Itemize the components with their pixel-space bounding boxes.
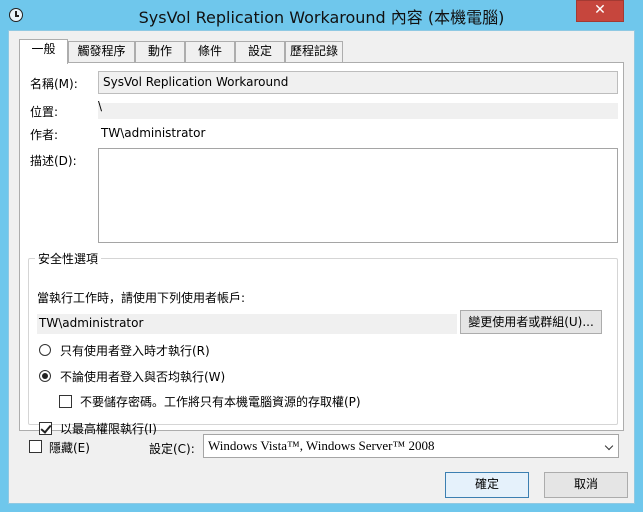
run-as-account: TW\administrator (37, 314, 457, 334)
tab-actions[interactable]: 動作 (135, 41, 185, 62)
run-only-logged-on-label[interactable]: 只有使用者登入時才執行(R) (60, 342, 210, 359)
run-only-logged-on-radio[interactable] (39, 344, 51, 356)
close-icon: ✕ (594, 2, 606, 18)
hidden-label[interactable]: 隱藏(E) (49, 439, 90, 456)
location-label: 位置: (30, 105, 59, 119)
highest-privileges-label[interactable]: 以最高權限執行(I) (60, 420, 157, 437)
configure-for-value: Windows Vista™, Windows Server™ 2008 (208, 438, 435, 453)
configure-for-label: 設定(C): (149, 442, 195, 456)
name-field[interactable]: SysVol Replication Workaround (98, 71, 618, 94)
tab-triggers[interactable]: 觸發程序 (68, 41, 135, 62)
close-button[interactable]: ✕ (576, 0, 624, 22)
do-not-store-password-checkbox[interactable] (59, 395, 72, 408)
location-value: \ (98, 99, 103, 113)
name-label: 名稱(M): (30, 77, 78, 91)
tab-conditions[interactable]: 條件 (185, 41, 235, 62)
dialog-client-area: 一般 觸發程序 動作 條件 設定 歷程記錄 名稱(M): SysVol Repl… (8, 30, 635, 504)
run-whether-logged-on-radio[interactable] (39, 370, 51, 382)
title-bar[interactable]: SysVol Replication Workaround 內容 (本機電腦) … (0, 0, 643, 30)
change-user-button[interactable]: 變更使用者或群組(U)... (460, 310, 602, 334)
security-options-legend: 安全性選項 (38, 252, 99, 266)
description-textarea[interactable] (98, 148, 618, 243)
tab-general[interactable]: 一般 (19, 39, 68, 64)
hidden-checkbox[interactable] (29, 440, 42, 453)
author-label: 作者: (30, 128, 59, 142)
run-whether-logged-on-label[interactable]: 不論使用者登入與否均執行(W) (60, 368, 225, 385)
security-options-group: 安全性選項 當執行工作時，請使用下列使用者帳戶: TW\administrato… (28, 250, 618, 436)
do-not-store-password-label[interactable]: 不要儲存密碼。工作將只有本機電腦資源的存取權(P) (80, 393, 361, 410)
highest-privileges-checkbox[interactable] (39, 422, 52, 435)
tab-settings[interactable]: 設定 (235, 41, 285, 62)
chevron-down-icon (604, 441, 614, 451)
window-title: SysVol Replication Workaround 內容 (本機電腦) (138, 8, 505, 27)
properties-window: SysVol Replication Workaround 內容 (本機電腦) … (0, 0, 643, 512)
ok-button[interactable]: 確定 (445, 472, 529, 498)
tab-history[interactable]: 歷程記錄 (285, 41, 343, 62)
run-as-prompt: 當執行工作時，請使用下列使用者帳戶: (37, 291, 246, 305)
cancel-button[interactable]: 取消 (544, 472, 628, 498)
configure-for-select[interactable]: Windows Vista™, Windows Server™ 2008 (203, 434, 619, 458)
general-tab-panel: 名稱(M): SysVol Replication Workaround 位置:… (19, 62, 624, 436)
author-value: TW\administrator (101, 126, 206, 140)
location-value-area (98, 103, 618, 119)
description-label: 描述(D): (30, 154, 77, 168)
